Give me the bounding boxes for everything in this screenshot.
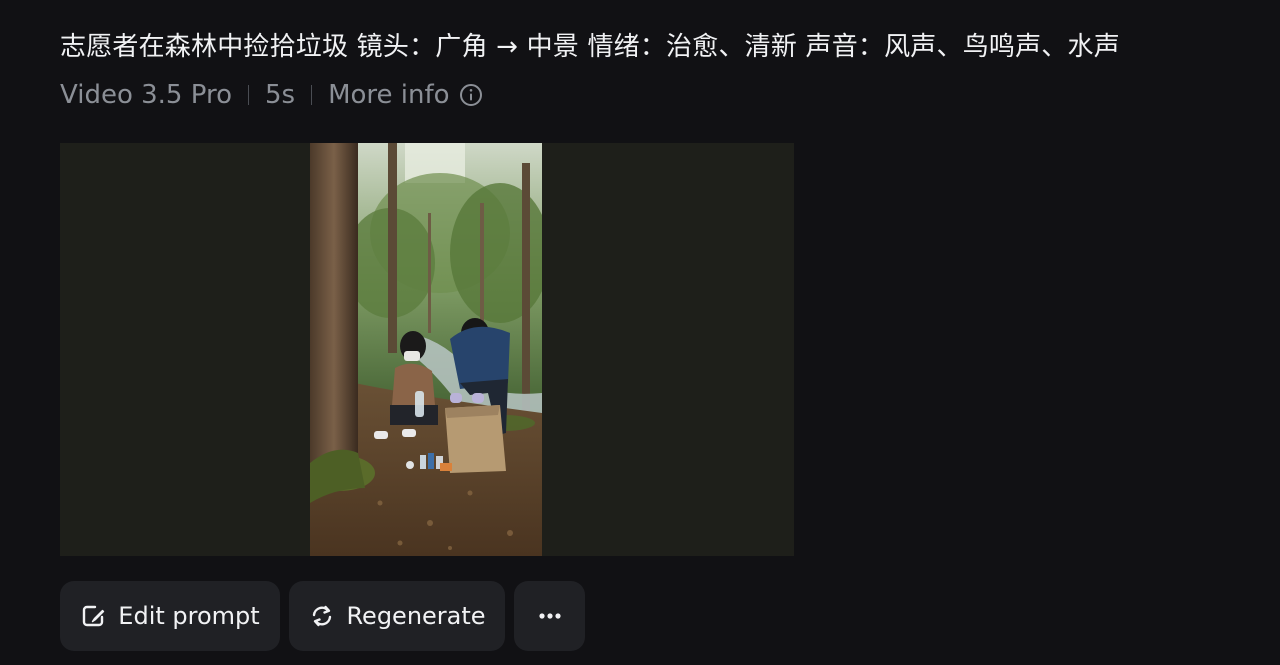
meta-divider bbox=[247, 85, 249, 105]
more-dots-icon bbox=[536, 602, 564, 630]
info-circle-icon bbox=[459, 83, 483, 107]
regenerate-button[interactable]: Regenerate bbox=[289, 581, 505, 651]
video-thumbnail bbox=[310, 143, 542, 556]
video-duration: 5s bbox=[264, 80, 296, 110]
regenerate-label: Regenerate bbox=[346, 602, 486, 630]
regenerate-icon bbox=[308, 602, 336, 630]
video-preview[interactable] bbox=[60, 143, 794, 556]
action-bar: Edit prompt Regenerate bbox=[60, 581, 585, 651]
more-info-label: More info bbox=[328, 80, 450, 110]
edit-prompt-icon bbox=[80, 602, 108, 630]
meta-divider bbox=[311, 85, 313, 105]
more-options-button[interactable] bbox=[514, 581, 585, 651]
edit-prompt-button[interactable]: Edit prompt bbox=[60, 581, 280, 651]
model-name: Video 3.5 Pro bbox=[60, 80, 232, 110]
prompt-title: 志愿者在森林中捡拾垃圾 镜头：广角 → 中景 情绪：治愈、清新 声音：风声、鸟鸣… bbox=[60, 32, 1120, 62]
generation-meta: Video 3.5 Pro 5s More info bbox=[60, 76, 483, 114]
more-info-link[interactable]: More info bbox=[328, 80, 482, 110]
edit-prompt-label: Edit prompt bbox=[118, 602, 260, 630]
